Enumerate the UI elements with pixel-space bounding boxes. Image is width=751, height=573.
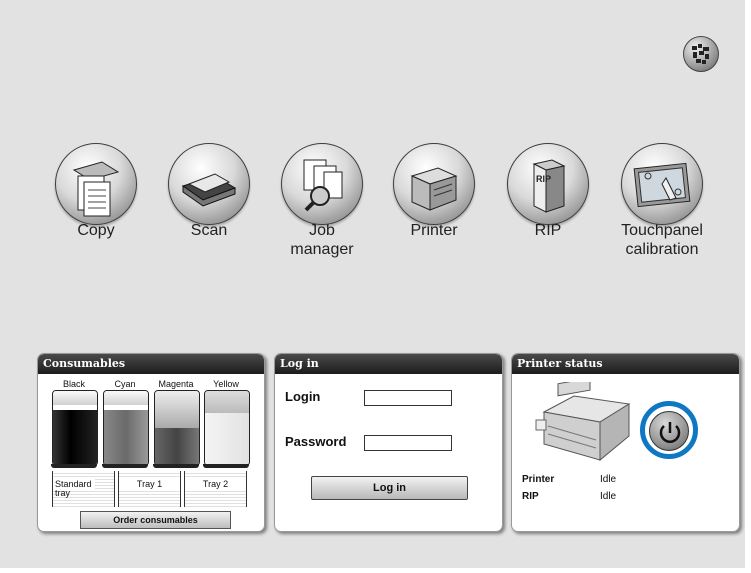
rip-server-icon: RIP (507, 143, 589, 225)
printer-app-button[interactable]: Printer (386, 143, 482, 240)
app-label: Job manager (290, 222, 354, 258)
copy-app-button[interactable]: Copy (48, 143, 144, 240)
power-icon (659, 422, 681, 443)
status-value: Idle (600, 491, 617, 502)
toner-base (102, 464, 148, 468)
tray-name: Tray 2 (185, 479, 246, 489)
toner-magenta-gauge (154, 390, 200, 466)
tray-name: Tray 1 (119, 479, 180, 489)
touchpanel-calibration-icon (621, 143, 703, 225)
rip-icon-text: RIP (536, 174, 551, 184)
toner-base (51, 464, 97, 468)
tray-2: Tray 2 (184, 471, 247, 507)
toner-black-gauge (52, 390, 98, 466)
status-key: Printer (522, 474, 555, 485)
power-button[interactable] (649, 411, 689, 451)
screen-edge (0, 568, 751, 573)
printer-device-icon (535, 382, 631, 462)
toner-base (153, 464, 199, 468)
app-label: Touchpanel calibration (621, 222, 703, 258)
order-consumables-button[interactable]: Order consumables (80, 511, 231, 529)
login-button[interactable]: Log in (311, 476, 468, 500)
login-panel: Log in Login Password Log in (274, 353, 503, 532)
panel-title: Consumables (38, 354, 264, 374)
toner-label: Yellow (213, 379, 239, 389)
copy-icon (55, 143, 137, 225)
rip-app-button[interactable]: RIP RIP (500, 143, 596, 240)
printer-status-panel: Printer status Printer Idle RIP Idle (511, 353, 740, 532)
scan-app-button[interactable]: Scan (161, 143, 257, 240)
scan-icon (168, 143, 250, 225)
status-value: Idle (600, 474, 617, 485)
status-row-rip: RIP Idle (522, 491, 616, 502)
password-label: Password (285, 434, 347, 449)
login-label: Login (285, 389, 321, 404)
touchpanel-calibration-app-button[interactable]: Touchpanel calibration (612, 143, 712, 259)
printer-icon (393, 143, 475, 225)
toner-label: Cyan (114, 379, 136, 389)
tray-sub: tray (55, 488, 71, 498)
toner-label: Magenta (158, 379, 194, 389)
login-input[interactable] (364, 390, 452, 406)
status-row-printer: Printer Idle (522, 474, 616, 485)
toner-cyan-gauge (103, 390, 149, 466)
printer-home-screen: Copy Scan Job manager Printer RIP RIP To… (0, 0, 751, 573)
tray-1: Tray 1 (118, 471, 181, 507)
toner-label: Black (62, 379, 85, 389)
language-globe-icon[interactable] (683, 36, 719, 72)
panel-title: Printer status (512, 354, 739, 374)
job-manager-icon (281, 143, 363, 225)
toner-yellow-gauge (204, 390, 250, 466)
panel-title: Log in (275, 354, 502, 374)
password-input[interactable] (364, 435, 452, 451)
status-key: RIP (522, 491, 539, 502)
job-manager-app-button[interactable]: Job manager (274, 143, 370, 259)
toner-base (203, 464, 249, 468)
tray-standard: Standard tray (52, 471, 115, 507)
screen-edge (745, 0, 751, 573)
consumables-panel: Consumables Black Cyan Magenta Yellow St… (37, 353, 265, 532)
